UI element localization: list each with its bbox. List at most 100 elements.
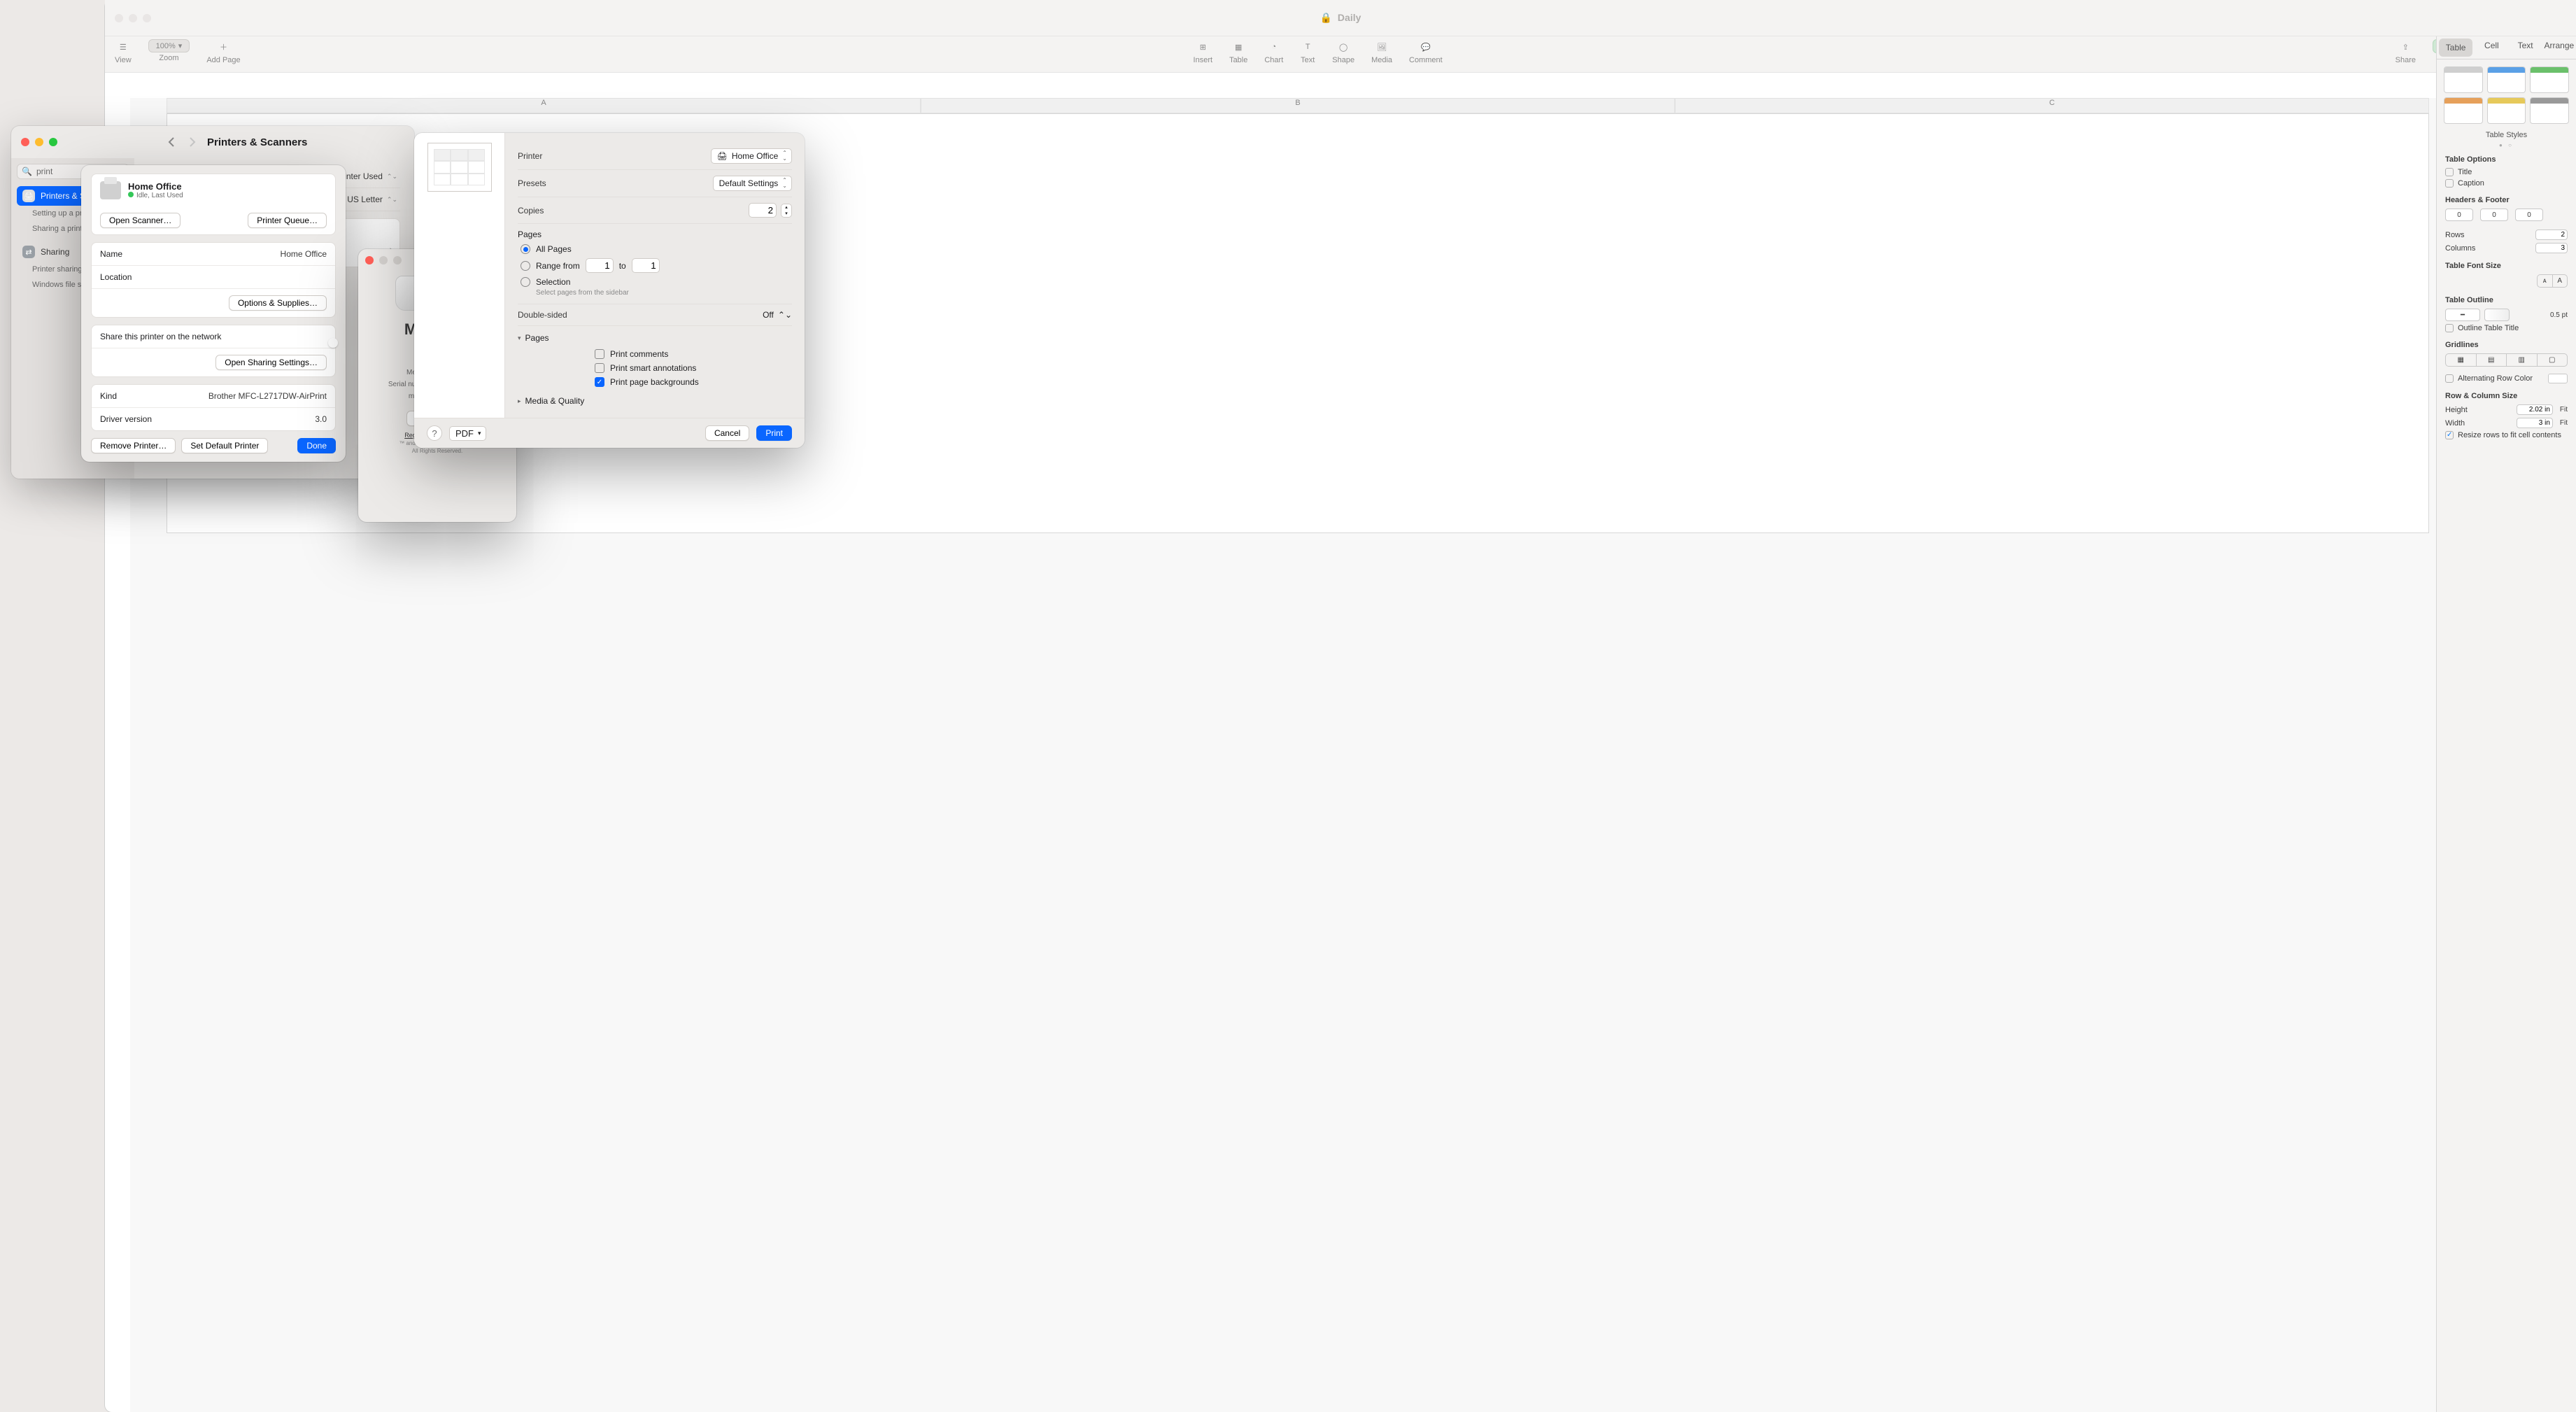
close-button[interactable] bbox=[365, 256, 374, 264]
height-field[interactable] bbox=[2517, 404, 2553, 415]
caption-checkbox[interactable] bbox=[2445, 179, 2454, 188]
fit-height-button[interactable]: Fit bbox=[2560, 406, 2568, 414]
gridline-opt[interactable]: ▢ bbox=[2538, 354, 2568, 366]
print-button[interactable]: Print bbox=[756, 425, 792, 441]
cancel-button[interactable]: Cancel bbox=[705, 425, 749, 441]
printer-icon: 🖨 bbox=[22, 190, 35, 202]
outline-color-well[interactable] bbox=[2484, 309, 2510, 321]
close-button[interactable] bbox=[21, 138, 29, 146]
print-comments-option[interactable]: Print comments bbox=[518, 347, 792, 361]
insert-tool[interactable]: ⊞Insert bbox=[1194, 39, 1213, 64]
col-header[interactable]: A bbox=[167, 98, 921, 113]
range-from-field[interactable] bbox=[586, 258, 614, 273]
checkbox-icon bbox=[595, 349, 604, 359]
gridline-opt[interactable]: ▥ bbox=[2507, 354, 2538, 366]
width-field[interactable] bbox=[2517, 418, 2553, 428]
document-title: 🔒 Daily bbox=[1320, 12, 1361, 24]
close-button[interactable] bbox=[115, 14, 123, 22]
minimize-button[interactable] bbox=[379, 256, 388, 264]
range-option[interactable]: Range from to bbox=[518, 256, 792, 275]
media-quality-disclosure[interactable]: ▸Media & Quality bbox=[518, 389, 792, 410]
shape-tool[interactable]: ◯Shape bbox=[1332, 39, 1354, 64]
printer-popup[interactable]: 🖨 Home Office ⌃⌄ bbox=[711, 148, 792, 164]
copies-field[interactable] bbox=[749, 203, 777, 218]
media-tool[interactable]: 🖼Media bbox=[1371, 39, 1392, 64]
printer-queue-button[interactable]: Printer Queue… bbox=[248, 213, 327, 228]
col-header[interactable]: C bbox=[1675, 98, 2429, 113]
forward-button[interactable] bbox=[186, 136, 199, 148]
minimize-button[interactable] bbox=[129, 14, 137, 22]
help-button[interactable]: ? bbox=[427, 425, 442, 441]
print-options: Printer 🖨 Home Office ⌃⌄ Presets Default… bbox=[505, 133, 805, 448]
gridline-opt[interactable]: ▤ bbox=[2477, 354, 2507, 366]
zoom-button[interactable] bbox=[49, 138, 57, 146]
chart-tool[interactable]: ◔Chart bbox=[1264, 39, 1283, 64]
settings-title: Printers & Scanners bbox=[207, 136, 307, 148]
rows-field[interactable] bbox=[2535, 230, 2568, 240]
remove-printer-button[interactable]: Remove Printer… bbox=[91, 438, 176, 453]
tab-text[interactable]: Text bbox=[2509, 36, 2542, 59]
tab-cell[interactable]: Cell bbox=[2475, 36, 2508, 59]
table-style[interactable] bbox=[2444, 97, 2483, 124]
minimize-button[interactable] bbox=[35, 138, 43, 146]
copies-stepper[interactable]: ▴▾ bbox=[781, 204, 792, 218]
presets-popup[interactable]: Default Settings⌃⌄ bbox=[713, 176, 792, 191]
alt-row-color-well[interactable] bbox=[2548, 374, 2568, 383]
outline-width-label: 0.5 pt bbox=[2550, 311, 2568, 319]
title-checkbox[interactable] bbox=[2445, 168, 2454, 176]
outline-title-label: Outline Table Title bbox=[2458, 324, 2519, 332]
outline-style-popup[interactable]: ━ bbox=[2445, 309, 2480, 321]
tab-table[interactable]: Table bbox=[2439, 38, 2472, 57]
paper-size-popup[interactable]: US Letter⌃⌄ bbox=[347, 195, 397, 204]
resize-rows-checkbox[interactable] bbox=[2445, 431, 2454, 439]
zoom-tool[interactable]: 100%▾Zoom bbox=[148, 39, 190, 62]
rows-label: Rows bbox=[2445, 231, 2465, 239]
alt-row-checkbox[interactable] bbox=[2445, 374, 2454, 383]
gridline-opt[interactable]: ▦ bbox=[2446, 354, 2477, 366]
double-sided-popup[interactable]: ⌃⌄ bbox=[778, 310, 792, 320]
outline-title-checkbox[interactable] bbox=[2445, 324, 2454, 332]
set-default-button[interactable]: Set Default Printer bbox=[181, 438, 268, 453]
range-to-field[interactable] bbox=[632, 258, 660, 273]
font-smaller-button[interactable]: ᴀ bbox=[2538, 275, 2553, 287]
text-tool[interactable]: TText bbox=[1300, 39, 1315, 64]
add-page-tool[interactable]: ＋Add Page bbox=[206, 39, 240, 64]
table-tool[interactable]: ▦Table bbox=[1229, 39, 1247, 64]
col-header[interactable]: B bbox=[921, 98, 1675, 113]
name-field[interactable]: Home Office bbox=[281, 249, 327, 259]
checkbox-icon bbox=[595, 377, 604, 387]
zoom-button[interactable] bbox=[143, 14, 151, 22]
view-tool[interactable]: ☰View bbox=[115, 39, 132, 64]
page-thumbnail[interactable] bbox=[427, 143, 492, 192]
all-pages-option[interactable]: All Pages bbox=[518, 242, 792, 256]
font-larger-button[interactable]: A bbox=[2553, 275, 2568, 287]
open-scanner-button[interactable]: Open Scanner… bbox=[100, 213, 181, 228]
done-button[interactable]: Done bbox=[297, 438, 336, 453]
header-rows-stepper[interactable]: 0 bbox=[2445, 209, 2473, 221]
footer-rows-stepper[interactable]: 0 bbox=[2515, 209, 2543, 221]
comment-tool[interactable]: 💬Comment bbox=[1409, 39, 1443, 64]
pages-disclosure[interactable]: ▾Pages bbox=[518, 326, 792, 347]
numbers-titlebar: 🔒 Daily bbox=[105, 0, 2576, 36]
open-sharing-settings-button[interactable]: Open Sharing Settings… bbox=[215, 355, 327, 370]
print-annotations-option[interactable]: Print smart annotations bbox=[518, 361, 792, 375]
table-style[interactable] bbox=[2530, 97, 2569, 124]
print-backgrounds-option[interactable]: Print page backgrounds bbox=[518, 375, 792, 389]
header-cols-stepper[interactable]: 0 bbox=[2480, 209, 2508, 221]
table-style[interactable] bbox=[2444, 66, 2483, 93]
back-button[interactable] bbox=[165, 136, 178, 148]
table-style[interactable] bbox=[2487, 97, 2526, 124]
chevron-right-icon: ▸ bbox=[518, 397, 521, 405]
cols-field[interactable] bbox=[2535, 243, 2568, 253]
table-style[interactable] bbox=[2487, 66, 2526, 93]
table-style[interactable] bbox=[2530, 66, 2569, 93]
share-tool[interactable]: ⇪Share bbox=[2395, 39, 2416, 64]
tab-arrange[interactable]: Arrange bbox=[2542, 36, 2576, 59]
fit-width-button[interactable]: Fit bbox=[2560, 419, 2568, 427]
double-sided-label: Double-sided bbox=[518, 310, 567, 320]
lock-icon: 🔒 bbox=[1320, 12, 1332, 23]
selection-option[interactable]: Selection bbox=[518, 275, 792, 289]
options-supplies-button[interactable]: Options & Supplies… bbox=[229, 295, 327, 311]
pdf-menu-button[interactable]: PDF▾ bbox=[449, 426, 486, 441]
zoom-button[interactable] bbox=[393, 256, 402, 264]
